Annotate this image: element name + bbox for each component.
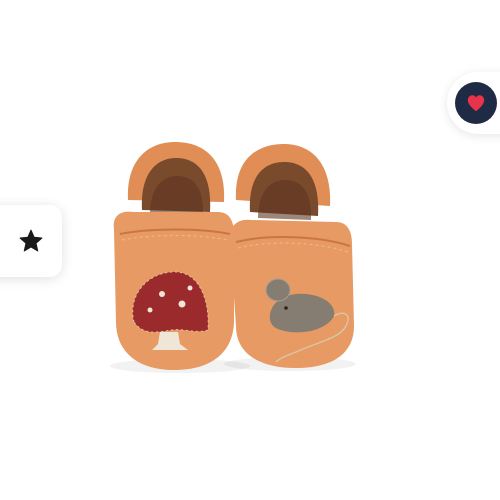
product-image xyxy=(100,130,370,380)
favorite-button[interactable] xyxy=(455,82,497,124)
favorite-tab xyxy=(447,72,500,134)
moccasins-illustration xyxy=(110,142,356,373)
left-shoe xyxy=(113,142,234,370)
rate-button[interactable] xyxy=(0,205,62,277)
right-shoe xyxy=(229,144,354,368)
star-icon xyxy=(18,228,44,254)
heart-icon xyxy=(467,95,485,112)
